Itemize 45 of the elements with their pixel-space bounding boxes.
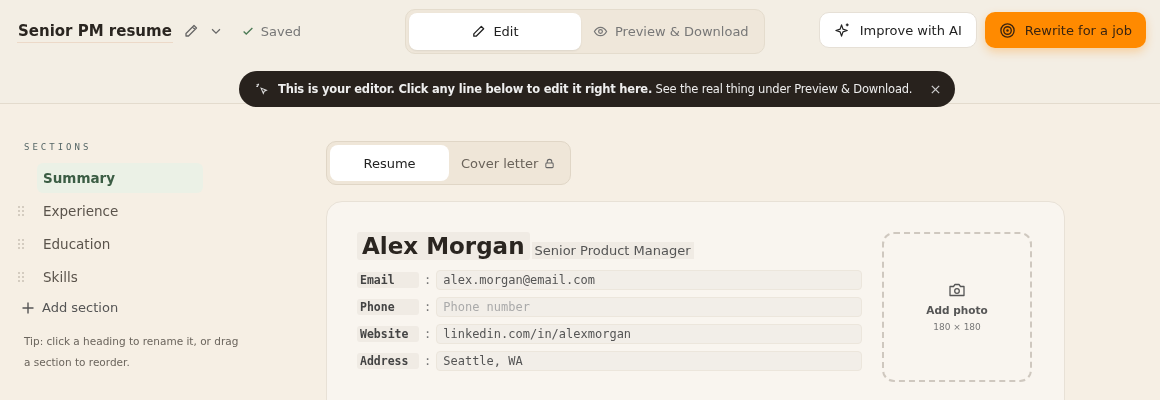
field-label[interactable]: Email bbox=[357, 272, 419, 288]
close-icon[interactable] bbox=[930, 83, 942, 95]
document-title[interactable]: Senior PM resume bbox=[17, 19, 173, 43]
contact-input[interactable]: alex.morgan@email.com bbox=[436, 270, 862, 290]
contact-input[interactable]: Seattle, WA bbox=[436, 351, 862, 371]
rewrite-button[interactable]: Rewrite for a job bbox=[984, 12, 1146, 48]
mode-tab[interactable]: Edit bbox=[409, 13, 581, 50]
hint-text: This is your editor. Click any line below to edit it right here. See the real thing under Preview & Download. bbox=[278, 82, 913, 96]
colon-separator: : bbox=[424, 327, 432, 341]
contact-input[interactable]: linkedin.com/in/alexmorgan bbox=[436, 324, 862, 344]
section-item[interactable]: Education bbox=[37, 228, 203, 259]
mode-tab[interactable]: Preview & Download bbox=[581, 13, 761, 50]
drag-handle-icon[interactable] bbox=[18, 238, 24, 249]
pencil-icon bbox=[471, 24, 487, 39]
add-photo-dropzone[interactable]: Add photo 180 × 180 bbox=[882, 232, 1032, 382]
plus-icon bbox=[22, 301, 34, 314]
target-icon bbox=[998, 21, 1016, 39]
photo-size-hint: 180 × 180 bbox=[933, 322, 981, 332]
tip-text: Tip: click a heading to rename it, or drag a section to reorder. bbox=[24, 334, 239, 370]
contact-input[interactable]: Phone number bbox=[436, 297, 862, 317]
pencil-icon[interactable] bbox=[182, 23, 199, 39]
field-label[interactable]: Website bbox=[357, 326, 419, 342]
document-tab[interactable]: Cover letter bbox=[449, 145, 568, 181]
add-photo-label: Add photo bbox=[926, 304, 988, 316]
headline-field[interactable]: Senior Product Manager bbox=[531, 242, 694, 259]
colon-separator: : bbox=[424, 273, 432, 287]
camera-icon bbox=[948, 282, 966, 298]
eye-icon bbox=[593, 24, 608, 39]
sparkle-icon bbox=[833, 21, 851, 39]
section-item[interactable]: Experience bbox=[37, 195, 203, 226]
field-label[interactable]: Phone bbox=[357, 299, 419, 315]
field-label[interactable]: Address bbox=[357, 353, 419, 369]
section-item[interactable]: Summary bbox=[37, 162, 203, 193]
add-section-button[interactable]: Add section bbox=[18, 300, 123, 315]
name-field[interactable]: Alex Morgan bbox=[357, 232, 530, 260]
drag-handle-icon[interactable] bbox=[18, 205, 24, 216]
drag-handle-icon[interactable] bbox=[18, 271, 24, 282]
colon-separator: : bbox=[424, 300, 432, 314]
section-item[interactable]: Skills bbox=[37, 261, 203, 292]
improve-button[interactable]: Improve with AI bbox=[818, 12, 977, 48]
save-status: Saved bbox=[260, 23, 302, 39]
colon-separator: : bbox=[424, 354, 432, 368]
cursor-click-icon bbox=[255, 82, 269, 96]
sections-heading: SECTIONS bbox=[24, 142, 93, 152]
document-tab[interactable]: Resume bbox=[330, 145, 449, 181]
